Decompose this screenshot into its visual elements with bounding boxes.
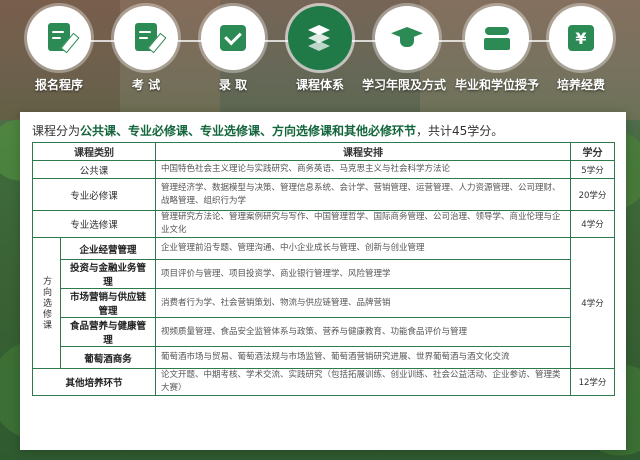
row-arrangement: 视频质量管理、食品安全监管体系与政策、营养与健康教育、功能食品评价与管理	[155, 317, 571, 347]
table-row-direction-2: 投资与金融业务管理 项目评价与管理、项目投资学、商业银行管理学、风险管理学	[33, 259, 615, 289]
application-document-icon	[44, 23, 80, 54]
row-category: 葡萄酒商务	[60, 346, 156, 369]
table-row-direction-4: 食品营养与健康管理 视频质量管理、食品安全监管体系与政策、营养与健康教育、功能食…	[33, 317, 615, 347]
graduation-cap-icon	[391, 24, 423, 52]
row-category: 其他培养环节	[32, 368, 156, 396]
curriculum-table: 课程类别 课程安排 学分 公共课 中国特色社会主义理论与实践研究、商务英语、马克…	[32, 142, 615, 396]
nav-circle	[375, 6, 439, 70]
nav-item-curriculum[interactable]: 课程体系	[275, 6, 365, 96]
row-category: 专业选修课	[32, 210, 156, 238]
intro-suffix: ，共计45学分。	[416, 124, 504, 138]
nav-label: 录 取	[218, 78, 248, 92]
nav-label: 考 试	[131, 78, 161, 92]
nav-label: 培养经费	[556, 78, 605, 92]
layers-icon	[305, 23, 335, 53]
row-arrangement: 管理研究方法论、管理案例研究与写作、中国管理哲学、国际商务管理、公司治理、领导学…	[155, 210, 571, 238]
diploma-icon	[482, 24, 512, 52]
admission-check-icon	[220, 25, 246, 51]
nav-circle	[114, 6, 178, 70]
exam-pen-icon	[131, 23, 167, 54]
nav-label: 毕业和学位授予	[454, 78, 539, 92]
header-category: 课程类别	[32, 142, 156, 161]
row-arrangement: 企业管理前沿专题、管理沟通、中小企业成长与管理、创新与创业管理	[155, 237, 571, 260]
direction-credit: 4学分	[570, 237, 615, 369]
row-category: 专业必修课	[32, 178, 156, 211]
nav-circle	[465, 6, 529, 70]
nav-item-study-duration[interactable]: 学习年限及方式	[362, 6, 452, 96]
row-category: 公共课	[32, 160, 156, 179]
table-row-elective: 专业选修课 管理研究方法论、管理案例研究与写作、中国管理哲学、国际商务管理、公司…	[32, 210, 615, 238]
nav-item-exam[interactable]: 考 试	[101, 6, 191, 96]
table-header-row: 课程类别 课程安排 学分	[32, 142, 615, 161]
row-credit: 20学分	[570, 178, 615, 211]
nav-label: 课程体系	[295, 78, 344, 92]
table-row-required: 专业必修课 管理经济学、数据模型与决策、管理信息系统、会计学、营销管理、运营管理…	[32, 178, 615, 211]
header-arrangement: 课程安排	[155, 142, 571, 161]
nav-circle	[201, 6, 265, 70]
row-category: 投资与金融业务管理	[60, 259, 156, 289]
nav-item-tuition[interactable]: ¥ 培养经费	[536, 6, 626, 96]
curriculum-panel: 课程分为公共课、专业必修课、专业选修课、方向选修课和其他必修环节，共计45学分。…	[20, 112, 626, 450]
row-credit: 12学分	[570, 368, 615, 396]
table-row-other: 其他培养环节 论文开题、中期考核、学术交流、实践研究（包括拓展训练、创业训练、社…	[32, 368, 615, 396]
table-row-public: 公共课 中国特色社会主义理论与实践研究、商务英语、马克思主义与社会科学方法论 5…	[32, 160, 615, 179]
nav-circle	[288, 6, 352, 70]
nav-item-application[interactable]: 报名程序	[14, 6, 104, 96]
row-arrangement: 管理经济学、数据模型与决策、管理信息系统、会计学、营销管理、运营管理、人力资源管…	[155, 178, 571, 211]
row-credit: 5学分	[570, 160, 615, 179]
row-arrangement: 论文开题、中期考核、学术交流、实践研究（包括拓展训练、创业训练、社会公益活动、企…	[155, 368, 571, 396]
nav-item-admission[interactable]: 录 取	[188, 6, 278, 96]
header-credit: 学分	[570, 142, 615, 161]
top-navigation: 报名程序 考 试 录 取 课程体系 学习年限及方式 毕业和学位授予 ¥ 培养经费	[0, 0, 640, 100]
row-category: 企业经营管理	[60, 237, 156, 260]
nav-circle	[27, 6, 91, 70]
intro-prefix: 课程分为	[32, 124, 81, 138]
nav-circle: ¥	[549, 6, 613, 70]
row-arrangement: 消费者行为学、社会营销策划、物流与供应链管理、品牌营销	[155, 288, 571, 318]
row-arrangement: 中国特色社会主义理论与实践研究、商务英语、马克思主义与社会科学方法论	[155, 160, 571, 179]
intro-highlight: 公共课、专业必修课、专业选修课、方向选修课和其他必修环节	[80, 124, 417, 138]
row-arrangement: 葡萄酒市场与贸易、葡萄酒法规与市场监管、葡萄酒营销研究进展、世界葡萄酒与酒文化交…	[155, 346, 571, 369]
row-category: 食品营养与健康管理	[60, 317, 156, 347]
table-row-direction-5: 葡萄酒商务 葡萄酒市场与贸易、葡萄酒法规与市场监管、葡萄酒营销研究进展、世界葡萄…	[33, 346, 615, 369]
nav-item-graduation-degree[interactable]: 毕业和学位授予	[452, 6, 542, 96]
direction-group-label: 方向选修课	[32, 237, 61, 369]
row-category: 市场营销与供应链管理	[60, 288, 156, 318]
money-yuan-icon: ¥	[568, 25, 594, 51]
nav-label: 学习年限及方式	[361, 78, 446, 92]
row-arrangement: 项目评价与管理、项目投资学、商业银行管理学、风险管理学	[155, 259, 571, 289]
table-row-direction-1: 方向选修课 企业经营管理 企业管理前沿专题、管理沟通、中小企业成长与管理、创新与…	[32, 237, 615, 369]
nav-label: 报名程序	[34, 78, 83, 92]
table-row-direction-3: 市场营销与供应链管理 消费者行为学、社会营销策划、物流与供应链管理、品牌营销	[33, 288, 615, 318]
row-credit: 4学分	[570, 210, 615, 238]
intro-text: 课程分为公共课、专业必修课、专业选修课、方向选修课和其他必修环节，共计45学分。	[32, 122, 503, 139]
